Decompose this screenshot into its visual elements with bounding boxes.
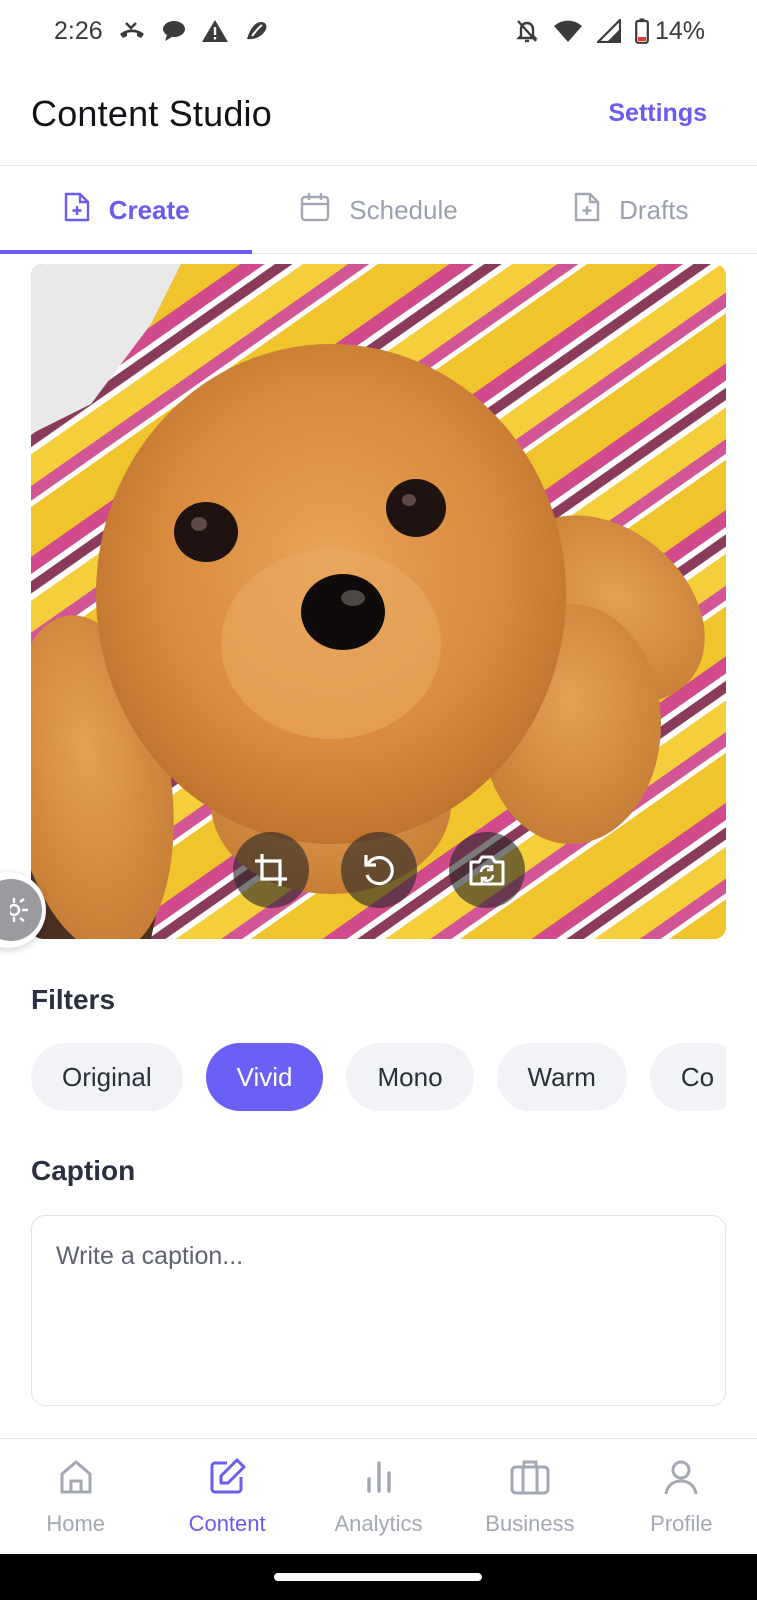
- file-plus-icon: [573, 191, 601, 230]
- tab-drafts[interactable]: Drafts: [505, 168, 757, 253]
- missed-call-icon: [117, 20, 147, 42]
- nav-item-business[interactable]: Business: [454, 1439, 605, 1554]
- nav-item-home[interactable]: Home: [0, 1439, 151, 1554]
- home-gesture-handle[interactable]: [274, 1573, 482, 1581]
- battery-icon: [635, 18, 649, 44]
- nav-label: Home: [46, 1510, 106, 1536]
- sparkle-icon: [0, 879, 42, 941]
- nav-label: Profile: [650, 1510, 713, 1536]
- nav-item-content[interactable]: Content: [151, 1439, 302, 1554]
- photo-tools: [31, 832, 726, 908]
- status-bar-right: 14%: [515, 17, 705, 46]
- rotate-icon: [360, 851, 398, 889]
- tab-label: Schedule: [349, 195, 458, 225]
- switch-camera-icon: [467, 851, 507, 889]
- tab-label: Drafts: [619, 195, 689, 225]
- switch-camera-button[interactable]: [448, 832, 525, 908]
- chat-bubble-icon: [161, 19, 187, 43]
- content-tabs: Create Schedule Drafts: [0, 168, 757, 254]
- nav-item-analytics[interactable]: Analytics: [303, 1439, 454, 1554]
- status-bar: 2:26 14%: [0, 0, 757, 62]
- user-icon: [661, 1457, 701, 1503]
- filter-chip-vivid[interactable]: Vivid: [205, 1043, 324, 1111]
- edit-icon: [207, 1457, 247, 1503]
- home-icon: [56, 1457, 96, 1503]
- nav-item-profile[interactable]: Profile: [606, 1439, 757, 1554]
- bell-off-icon: [515, 18, 539, 44]
- filter-chip-partial[interactable]: Co: [649, 1043, 726, 1111]
- signal-icon: [596, 19, 621, 43]
- filter-chip-warm[interactable]: Warm: [496, 1043, 627, 1111]
- app-logo-icon: [243, 19, 271, 43]
- bar-chart-icon: [359, 1457, 399, 1503]
- app-bar: Content Studio Settings: [0, 62, 757, 166]
- system-gesture-bar: [0, 1554, 757, 1600]
- photo-preview[interactable]: [31, 264, 726, 939]
- caption-input[interactable]: [31, 1215, 726, 1406]
- calendar-icon: [299, 191, 331, 230]
- wifi-icon: [553, 19, 583, 43]
- rotate-button[interactable]: [340, 832, 417, 908]
- tab-create[interactable]: Create: [0, 168, 253, 254]
- battery-percent: 14%: [654, 16, 705, 45]
- nav-label: Content: [188, 1510, 266, 1536]
- crop-icon: [252, 851, 290, 889]
- status-time: 2:26: [54, 16, 103, 45]
- filter-chip-mono[interactable]: Mono: [346, 1043, 474, 1111]
- nav-label: Analytics: [334, 1510, 423, 1536]
- filter-chip-original[interactable]: Original: [31, 1043, 183, 1111]
- filter-chips: Original Vivid Mono Warm Co: [31, 1043, 726, 1111]
- crop-button[interactable]: [232, 832, 309, 908]
- nav-label: Business: [485, 1510, 575, 1536]
- settings-button[interactable]: Settings: [608, 99, 707, 128]
- filters-title: Filters: [31, 984, 116, 1015]
- caption-title: Caption: [31, 1155, 136, 1186]
- bottom-nav: Home Content Analytics Business Profile: [0, 1438, 757, 1554]
- warning-icon: [201, 19, 229, 43]
- tab-schedule[interactable]: Schedule: [252, 168, 504, 253]
- file-plus-icon: [63, 191, 91, 230]
- tab-label: Create: [108, 195, 190, 225]
- briefcase-icon: [509, 1457, 551, 1503]
- page-title: Content Studio: [31, 92, 272, 134]
- status-bar-left: 2:26: [54, 17, 271, 46]
